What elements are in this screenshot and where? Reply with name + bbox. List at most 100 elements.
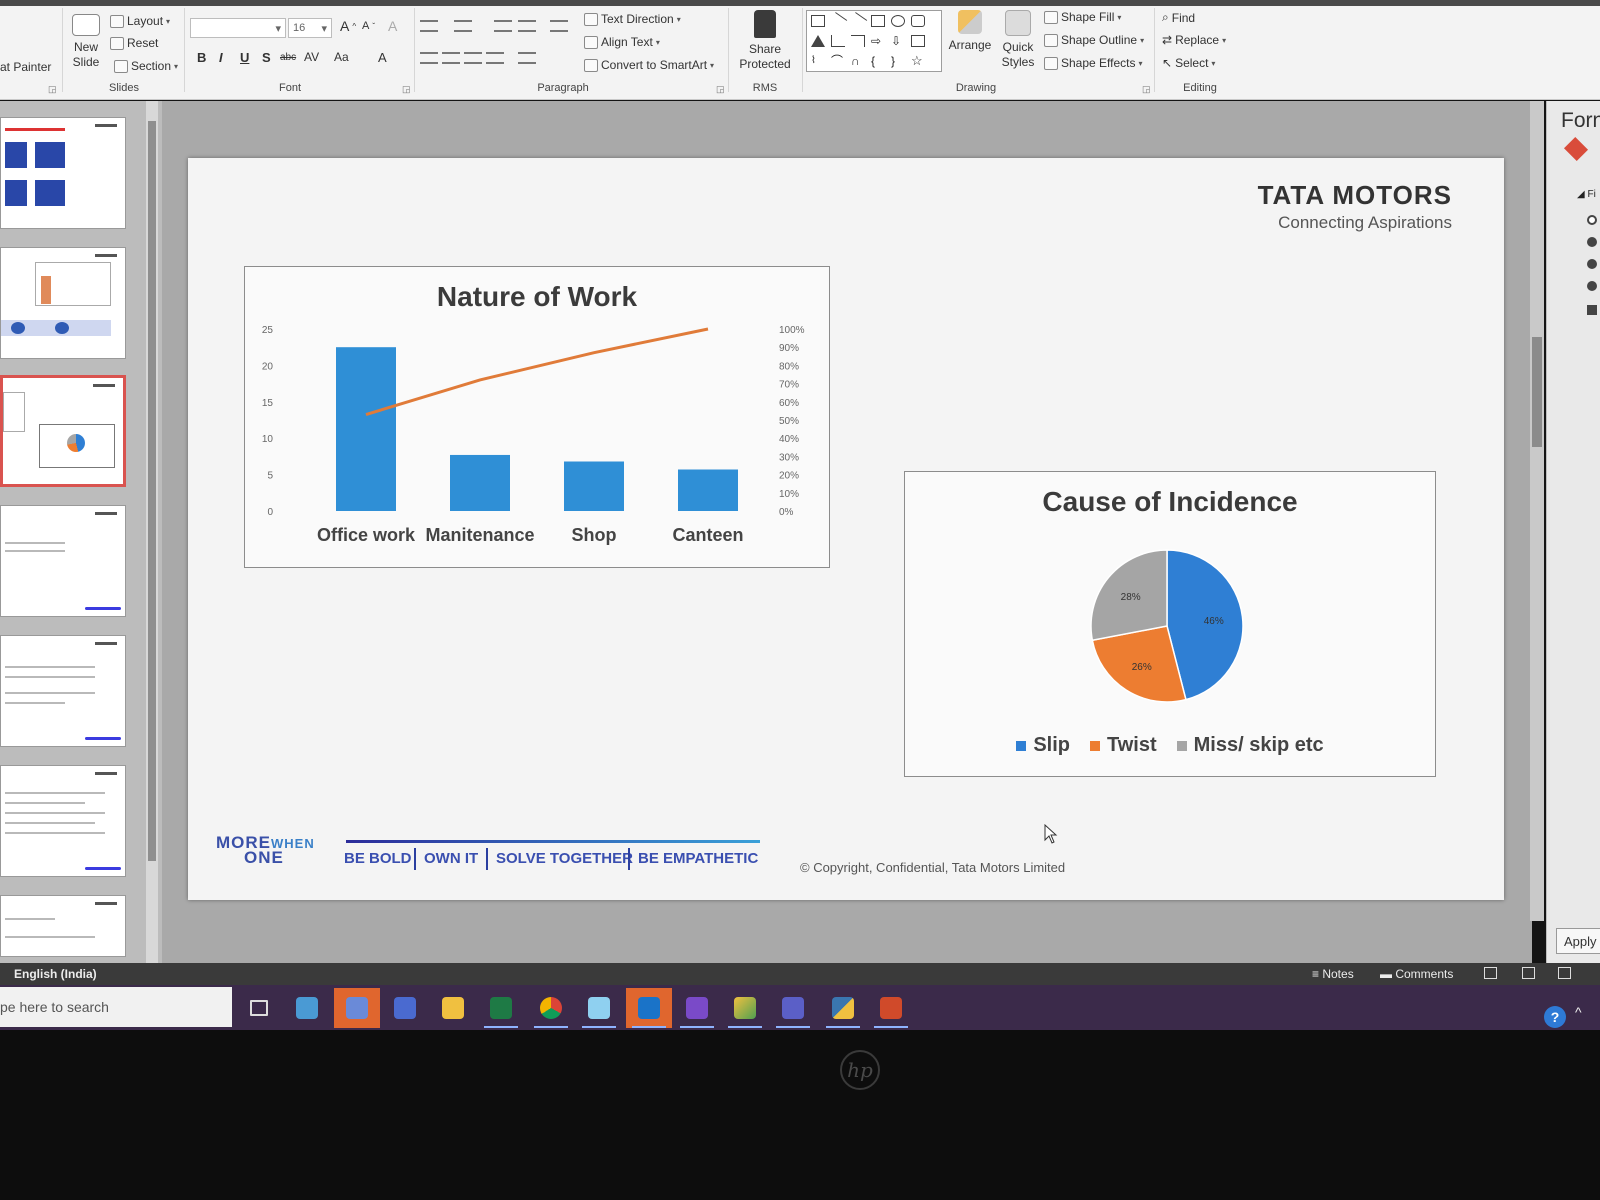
slide-thumbnail[interactable] — [0, 635, 126, 747]
align-left-icon[interactable] — [420, 52, 438, 64]
tray-chevron-up-icon[interactable]: ^ — [1575, 1004, 1582, 1020]
shape-down-arrow-icon[interactable]: ⇩ — [891, 35, 905, 47]
character-spacing-button[interactable]: AV — [304, 50, 319, 64]
fill-bucket-icon[interactable] — [1563, 136, 1589, 162]
shape-star-icon[interactable]: ☆ — [911, 54, 925, 67]
file-explorer-icon[interactable] — [430, 988, 476, 1028]
shape-line-icon[interactable] — [828, 12, 848, 30]
cause-of-incidence-chart[interactable]: Cause of Incidence 46% 26% 28% Slip Twist … — [904, 471, 1436, 777]
section-button[interactable]: Section ▾ — [114, 59, 178, 73]
thumbnail-scrollbar[interactable] — [146, 101, 158, 963]
font-name-combo[interactable]: ▾ — [190, 18, 286, 38]
columns-icon[interactable] — [518, 52, 536, 64]
checkbox-option[interactable] — [1587, 305, 1597, 315]
format-painter-button[interactable]: at Painter — [0, 60, 51, 74]
grow-font-button[interactable]: A ^ — [340, 18, 356, 34]
shape-elbow-icon[interactable] — [831, 35, 845, 47]
apply-button[interactable]: Apply — [1556, 928, 1600, 954]
chrome-icon[interactable] — [528, 988, 574, 1028]
convert-smartart-button[interactable]: Convert to SmartArt ▾ — [584, 58, 714, 72]
shape-curve-icon[interactable]: ⌒ — [831, 55, 845, 67]
shape-textbox-icon[interactable] — [811, 15, 825, 27]
shape-freeform-icon[interactable]: ⌇ — [811, 55, 825, 67]
find-button[interactable]: ⌕ Find — [1162, 10, 1195, 25]
change-case-button[interactable]: Aa — [334, 50, 349, 64]
language-indicator[interactable]: English (India) — [14, 967, 97, 981]
bullets-icon[interactable] — [420, 20, 438, 32]
text-direction-button[interactable]: Text Direction ▾ — [584, 12, 681, 26]
align-right-icon[interactable] — [464, 52, 482, 64]
shape-outline-button[interactable]: Shape Outline ▾ — [1044, 33, 1144, 47]
layout-button[interactable]: Layout ▾ — [110, 14, 170, 28]
underline-button[interactable]: U — [240, 50, 249, 65]
scroll-thumb[interactable] — [1532, 337, 1542, 447]
reading-view-icon[interactable] — [1558, 967, 1571, 979]
slide-thumbnail[interactable] — [0, 895, 126, 957]
slide-thumbnail[interactable] — [0, 247, 126, 359]
shadow-button[interactable]: S — [262, 50, 271, 65]
teams-icon[interactable] — [770, 988, 816, 1028]
shape-rounded-rect-icon[interactable] — [911, 15, 925, 27]
radio-option[interactable] — [1587, 259, 1597, 269]
font-size-combo[interactable]: 16 ▾ — [288, 18, 332, 38]
new-slide-button[interactable]: New Slide — [66, 14, 106, 70]
task-view-icon[interactable] — [236, 988, 282, 1028]
reset-button[interactable]: Reset — [110, 36, 158, 50]
slide-thumbnail[interactable] — [0, 765, 126, 877]
shapes-gallery[interactable]: ⇨ ⇩ ⌇ ⌒ ∩ { } ☆ — [806, 10, 942, 72]
shape-triangle-icon[interactable] — [811, 35, 825, 47]
increase-indent-icon[interactable] — [518, 20, 536, 32]
slide-thumbnail[interactable] — [0, 117, 126, 229]
select-button[interactable]: ↖ Select ▾ — [1162, 56, 1215, 70]
replace-button[interactable]: ⇄ Replace ▾ — [1162, 33, 1226, 47]
align-center-icon[interactable] — [442, 52, 460, 64]
quick-styles-button[interactable]: Quick Styles — [996, 10, 1040, 70]
share-protected-button[interactable]: Share Protected — [732, 10, 798, 72]
shape-fill-button[interactable]: Shape Fill ▾ — [1044, 10, 1121, 24]
arrange-button[interactable]: Arrange — [946, 10, 994, 53]
scroll-thumb[interactable] — [148, 121, 156, 861]
shape-brace-left-icon[interactable]: { — [871, 55, 885, 67]
italic-button[interactable]: I — [219, 50, 223, 65]
visual-studio-icon[interactable] — [674, 988, 720, 1028]
strikethrough-button[interactable]: abc — [280, 52, 296, 63]
font-color-button[interactable]: A — [378, 50, 387, 65]
font-launcher-icon[interactable]: ◲ — [402, 84, 411, 95]
paragraph-launcher-icon[interactable]: ◲ — [716, 84, 725, 95]
shape-brace-right-icon[interactable]: } — [891, 55, 905, 67]
line-spacing-icon[interactable] — [550, 20, 568, 32]
fill-section-toggle-icon[interactable]: ◢ Fi — [1577, 189, 1596, 200]
editor-scrollbar[interactable] — [1530, 101, 1544, 921]
bold-button[interactable]: B — [197, 50, 206, 65]
shape-oval-icon[interactable] — [891, 15, 905, 27]
app-sapgui-icon[interactable] — [284, 988, 330, 1028]
radio-option[interactable] — [1587, 237, 1597, 247]
normal-view-icon[interactable] — [1484, 967, 1497, 979]
excel-icon[interactable] — [478, 988, 524, 1028]
python-icon[interactable] — [820, 988, 866, 1028]
align-text-button[interactable]: Align Text ▾ — [584, 35, 660, 49]
help-icon[interactable]: ? — [1544, 1006, 1566, 1028]
shape-connector-icon[interactable] — [851, 35, 865, 47]
shape-arrow-icon[interactable] — [848, 12, 868, 30]
comments-button[interactable]: ▬ Comments — [1380, 967, 1453, 981]
justify-icon[interactable] — [486, 52, 504, 64]
slide-thumbnail-active[interactable] — [0, 375, 126, 487]
clipboard-launcher-icon[interactable]: ◲ — [48, 84, 57, 95]
slide-canvas[interactable]: TATA MOTORS Connecting Aspirations Natur… — [188, 158, 1504, 900]
taskbar-search-input[interactable]: pe here to search — [0, 987, 232, 1027]
numbering-icon[interactable] — [454, 20, 472, 32]
app-meeting-icon[interactable] — [382, 988, 428, 1028]
app-active-icon[interactable] — [334, 988, 380, 1028]
shrink-font-button[interactable]: Aˇ — [362, 20, 375, 32]
shape-right-arrow-icon[interactable]: ⇨ — [871, 35, 885, 47]
decrease-indent-icon[interactable] — [494, 20, 512, 32]
paint-icon[interactable] — [722, 988, 768, 1028]
shape-arc-icon[interactable]: ∩ — [851, 55, 865, 67]
shape-rectangle-icon[interactable] — [871, 15, 885, 27]
radio-option[interactable] — [1587, 281, 1597, 291]
notepad-icon[interactable] — [576, 988, 622, 1028]
outlook-icon[interactable] — [626, 988, 672, 1028]
notes-button[interactable]: ≡ Notes — [1312, 967, 1354, 981]
powerpoint-icon[interactable] — [868, 988, 914, 1028]
